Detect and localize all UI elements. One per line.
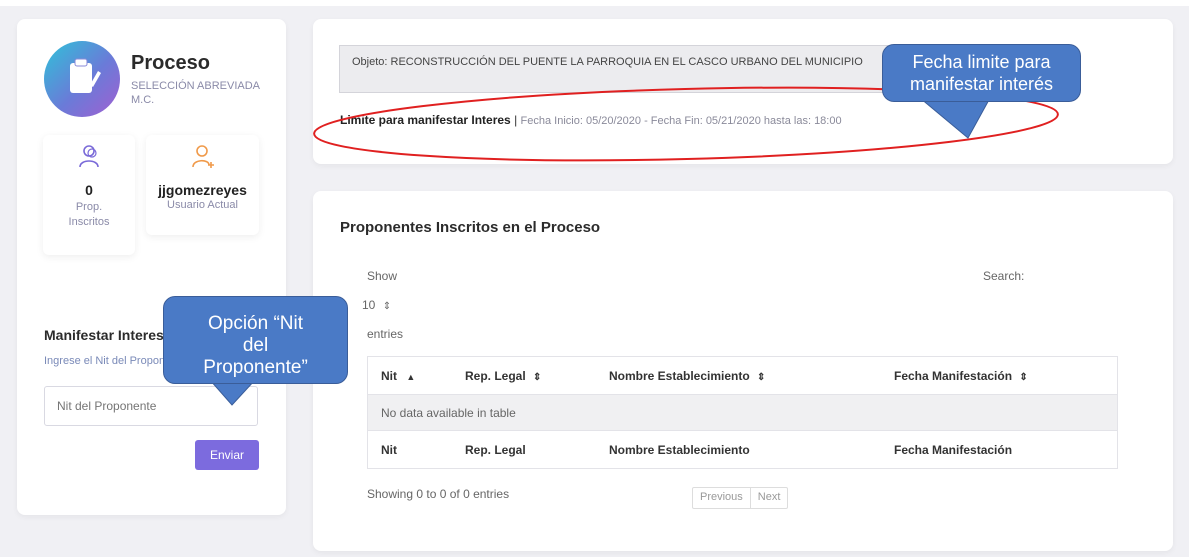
user-add-icon	[191, 145, 214, 168]
sort-toggle-icon: ⇕	[382, 301, 392, 312]
nit-input[interactable]	[44, 386, 258, 426]
sort-icon: ⇕	[1019, 371, 1028, 383]
section-title: Proponentes Inscritos en el Proceso	[340, 219, 601, 236]
foot-rep-legal: Rep. Legal	[452, 430, 596, 469]
manifest-title: Manifestar Interes	[44, 327, 164, 343]
sort-icon: ⇕	[533, 371, 542, 383]
limite-line: Limite para manifestar Interes | Fecha I…	[340, 113, 842, 127]
page-size-select[interactable]: 10 ⇕	[362, 298, 391, 312]
col-nit[interactable]: Nit ▲	[367, 356, 452, 395]
sort-asc-icon: ▲	[406, 371, 416, 382]
page-size-value: 10	[362, 298, 376, 312]
process-avatar	[44, 41, 120, 117]
proponents-table: Nit ▲ Rep. Legal ⇕ Nombre Establecimient…	[367, 356, 1118, 469]
stat-user: jjgomezreyes Usuario Actual	[146, 135, 259, 235]
foot-nombre: Nombre Establecimiento	[596, 430, 881, 469]
stat-proponents: 0 Prop. Inscritos	[43, 135, 135, 255]
foot-fecha: Fecha Manifestación	[881, 430, 1118, 469]
table-header-row: Nit ▲ Rep. Legal ⇕ Nombre Establecimient…	[367, 356, 1118, 395]
next-button[interactable]: Next	[749, 488, 788, 508]
callout-fecha-limite: Fecha limite para manifestar interés	[882, 44, 1081, 102]
entries-label: entries	[367, 327, 404, 341]
table-info: Showing 0 to 0 of 0 entries	[367, 487, 510, 501]
col-nombre[interactable]: Nombre Establecimiento ⇕	[596, 356, 881, 395]
objeto-box: Objeto: RECONSTRUCCIÓN DEL PUENTE LA PAR…	[339, 45, 939, 93]
prev-button[interactable]: Previous	[693, 488, 750, 508]
user-label: Usuario Actual	[167, 199, 238, 211]
col-fecha[interactable]: Fecha Manifestación ⇕	[881, 356, 1118, 395]
show-label: Show	[367, 269, 398, 283]
limite-label: Limite para manifestar Interes	[340, 113, 511, 127]
search-label: Search:	[983, 269, 1025, 283]
empty-message: No data available in table	[367, 394, 1118, 431]
process-title: Proceso	[131, 52, 210, 74]
foot-nit: Nit	[367, 430, 452, 469]
proponents-count: 0	[85, 182, 93, 198]
username: jjgomezreyes	[158, 182, 247, 198]
pagination: Previous Next	[692, 487, 789, 509]
limite-dates: Fecha Inicio: 05/20/2020 - Fecha Fin: 05…	[520, 115, 842, 127]
submit-button[interactable]: Enviar	[195, 440, 259, 470]
table-footer-row: Nit Rep. Legal Nombre Establecimiento Fe…	[367, 430, 1118, 469]
users-icon	[79, 145, 99, 168]
callout-nit: Opción “Nit del Proponente”	[163, 296, 348, 384]
col-rep-legal[interactable]: Rep. Legal ⇕	[452, 356, 596, 395]
table-row-empty: No data available in table	[367, 394, 1118, 431]
clipboard-icon	[70, 58, 101, 93]
sort-icon: ⇕	[757, 371, 766, 383]
process-type: SELECCIÓN ABREVIADA M.C.	[131, 80, 260, 106]
proponents-label: Prop. Inscritos	[68, 201, 110, 228]
top-strip	[0, 0, 1189, 6]
limite-separator: |	[514, 113, 518, 127]
